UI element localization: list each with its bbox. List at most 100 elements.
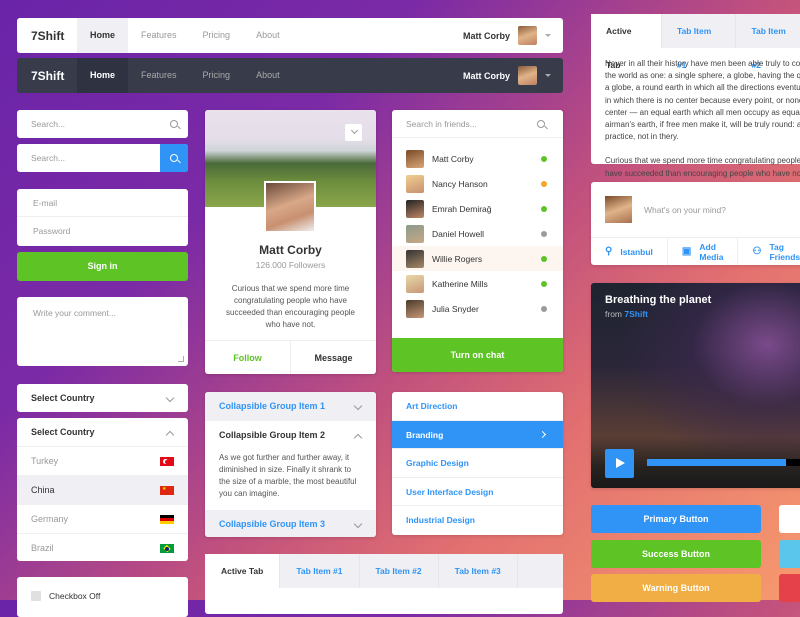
brand-logo[interactable]: 7Shift [17, 29, 77, 43]
country-option[interactable]: China ★ [17, 475, 188, 504]
tab-paragraph: Never in all their history have men been… [605, 59, 800, 142]
friend-item[interactable]: Nancy Hanson [392, 171, 563, 196]
chevron-down-icon[interactable] [545, 74, 551, 77]
info-button[interactable] [779, 540, 800, 568]
email-field[interactable]: E-mail [17, 189, 188, 217]
search-placeholder: Search... [31, 119, 66, 129]
nav-item-about[interactable]: About [243, 18, 293, 53]
tab-active[interactable]: Active Tab [205, 554, 281, 588]
composer-input[interactable]: What's on your mind? [644, 205, 726, 215]
author-link[interactable]: 7Shift [624, 309, 648, 319]
accordion-title: Collapsible Group Item 3 [219, 519, 326, 529]
sign-in-button[interactable]: Sign in [17, 252, 188, 281]
status-online-icon [541, 281, 547, 287]
search-placeholder: Search... [31, 153, 66, 163]
danger-button[interactable] [779, 574, 800, 602]
password-field[interactable]: Password [17, 217, 188, 245]
location-button[interactable]: ⚲ Istanbul [591, 238, 668, 265]
friend-item[interactable]: Katherine Mills [392, 271, 563, 296]
country-name: Brazil [31, 543, 54, 553]
friend-item[interactable]: Daniel Howell [392, 221, 563, 246]
action-label: Istanbul [620, 246, 653, 257]
navbar-dark: 7Shift Home Features Pricing About Matt … [17, 58, 563, 93]
user-name[interactable]: Matt Corby [463, 71, 510, 81]
accordion-header[interactable]: Collapsible Group Item 3 [205, 510, 376, 537]
user-avatar[interactable] [518, 66, 537, 85]
search-input[interactable]: Search... [17, 110, 188, 138]
followers-count: 126.000 Followers [255, 260, 326, 270]
friend-name: Matt Corby [432, 153, 474, 164]
menu-item-branding[interactable]: Branding [392, 420, 563, 450]
accordion-title: Collapsible Group Item 2 [219, 430, 326, 440]
comment-placeholder: Write your comment... [33, 308, 116, 318]
chevron-down-icon [353, 401, 363, 411]
chevron-down-icon [350, 126, 359, 135]
country-name: China [31, 485, 55, 495]
menu-item-ui-design[interactable]: User Interface Design [392, 478, 563, 507]
friends-search-input[interactable]: Search in friends... [392, 110, 563, 138]
search-input-with-button[interactable]: Search... [17, 144, 188, 172]
play-button[interactable] [605, 449, 634, 478]
follow-button[interactable]: Follow [205, 341, 291, 374]
search-button[interactable] [160, 144, 188, 172]
success-button[interactable]: Success Button [591, 540, 761, 568]
video-author: from 7Shift [605, 309, 648, 319]
chevron-down-icon[interactable] [545, 34, 551, 37]
friend-avatar [406, 249, 424, 268]
status-offline-icon [541, 306, 547, 312]
chevron-right-icon [538, 430, 547, 438]
tag-friends-button[interactable]: ⚇ Tag Friends [738, 238, 800, 265]
accordion-header[interactable]: Collapsible Group Item 1 [205, 392, 376, 421]
image-icon: ▣ [681, 246, 692, 257]
friend-item[interactable]: Willie Rogers [392, 246, 563, 271]
country-option[interactable]: Germany [17, 504, 188, 533]
options-button[interactable] [345, 124, 362, 141]
tab-item-3[interactable]: Tab Item #3 [439, 554, 518, 588]
status-away-icon [541, 181, 547, 187]
nav-item-about[interactable]: About [243, 58, 293, 93]
friend-item[interactable]: Julia Snyder [392, 296, 563, 321]
friend-item[interactable]: Emrah Demirağ [392, 196, 563, 221]
turkey-flag-icon [160, 457, 174, 466]
menu-item-industrial-design[interactable]: Industrial Design [392, 506, 563, 535]
default-button[interactable] [779, 505, 800, 533]
nav-item-pricing[interactable]: Pricing [190, 18, 244, 53]
menu-item-graphic-design[interactable]: Graphic Design [392, 449, 563, 478]
primary-button[interactable]: Primary Button [591, 505, 761, 533]
search-button[interactable] [160, 110, 188, 138]
menu-item-art-direction[interactable]: Art Direction [392, 392, 563, 421]
country-select[interactable]: Select Country [17, 418, 188, 446]
country-select[interactable]: Select Country [17, 384, 188, 412]
nav-item-home[interactable]: Home [77, 18, 129, 53]
tab-item-1[interactable]: Tab Item #1 [280, 554, 360, 588]
add-media-button[interactable]: ▣ Add Media [668, 238, 739, 265]
friend-avatar [406, 224, 424, 243]
tab-item-2[interactable]: Tab Item #2 [736, 14, 800, 70]
nav-item-pricing[interactable]: Pricing [190, 58, 244, 93]
video-progress-bar[interactable] [647, 459, 800, 466]
user-name[interactable]: Matt Corby [463, 31, 510, 41]
location-pin-icon: ⚲ [605, 246, 613, 257]
nav-item-home[interactable]: Home [77, 58, 129, 93]
country-option[interactable]: Brazil [17, 533, 188, 562]
country-option[interactable]: Turkey [17, 446, 188, 475]
nav-item-features[interactable]: Features [128, 58, 190, 93]
warning-button[interactable]: Warning Button [591, 574, 761, 602]
brand-logo[interactable]: 7Shift [17, 69, 77, 83]
friends-panel: Search in friends... Matt Corby Nancy Ha… [392, 110, 563, 372]
list-menu: Art Direction Branding Graphic Design Us… [392, 392, 563, 535]
status-online-icon [541, 256, 547, 262]
friend-item[interactable]: Matt Corby [392, 146, 563, 171]
accordion-header[interactable]: Collapsible Group Item 2 [205, 421, 376, 450]
user-avatar[interactable] [518, 26, 537, 45]
comment-textarea[interactable]: Write your comment... [17, 297, 188, 366]
message-button[interactable]: Message [291, 341, 376, 374]
resize-handle-icon[interactable] [178, 356, 184, 362]
tab-item-1[interactable]: Tab Item #1 [662, 14, 737, 70]
tab-content: Never in all their history have men been… [591, 48, 800, 190]
turn-on-chat-button[interactable]: Turn on chat [392, 338, 563, 372]
chevron-down-icon [353, 519, 363, 529]
nav-item-features[interactable]: Features [128, 18, 190, 53]
tab-item-2[interactable]: Tab Item #2 [360, 554, 439, 588]
tab-active[interactable]: Active Tab [591, 14, 662, 70]
